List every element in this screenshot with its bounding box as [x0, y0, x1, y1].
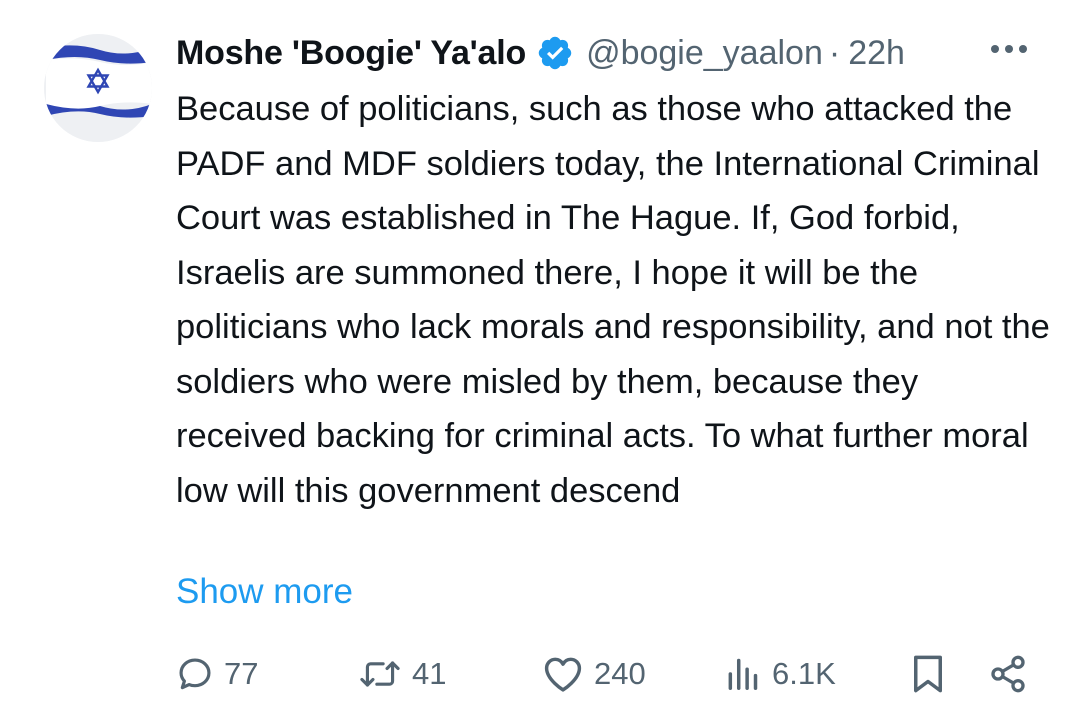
tweet: Moshe 'Boogie' Ya'alo @bogie_yaalon · 22… [0, 0, 1080, 712]
like-count: 240 [594, 656, 646, 691]
repost-icon [360, 661, 400, 687]
reply-icon [179, 658, 211, 690]
repost-button[interactable]: 41 [358, 646, 446, 702]
action-bar: 77 41 240 6.1K [176, 646, 1046, 702]
share-button[interactable] [988, 646, 1028, 702]
verified-badge-icon [538, 36, 572, 70]
views-icon [728, 658, 758, 690]
timestamp[interactable]: 22h [848, 34, 905, 73]
share-icon [991, 655, 1025, 693]
author-name[interactable]: Moshe 'Boogie' Ya'alo [176, 34, 526, 73]
bookmark-icon [914, 655, 942, 693]
like-button[interactable]: 240 [542, 646, 646, 702]
ellipsis-icon[interactable] [988, 34, 1030, 64]
heart-icon [544, 657, 582, 692]
views-count: 6.1K [772, 656, 836, 691]
avatar[interactable] [44, 34, 152, 142]
bookmark-button[interactable] [910, 646, 946, 702]
tweet-header: Moshe 'Boogie' Ya'alo @bogie_yaalon · 22… [176, 28, 1056, 78]
repost-count: 41 [412, 656, 447, 691]
views-button[interactable]: 6.1K [724, 646, 836, 702]
reply-button[interactable]: 77 [176, 646, 258, 702]
separator-dot: · [828, 33, 841, 72]
israel-flag-icon [44, 34, 152, 142]
author-handle[interactable]: @bogie_yaalon [586, 34, 823, 73]
reply-count: 77 [224, 656, 259, 691]
tweet-text: Because of politicians, such as those wh… [176, 90, 1050, 510]
show-more-link[interactable]: Show more [176, 566, 353, 618]
